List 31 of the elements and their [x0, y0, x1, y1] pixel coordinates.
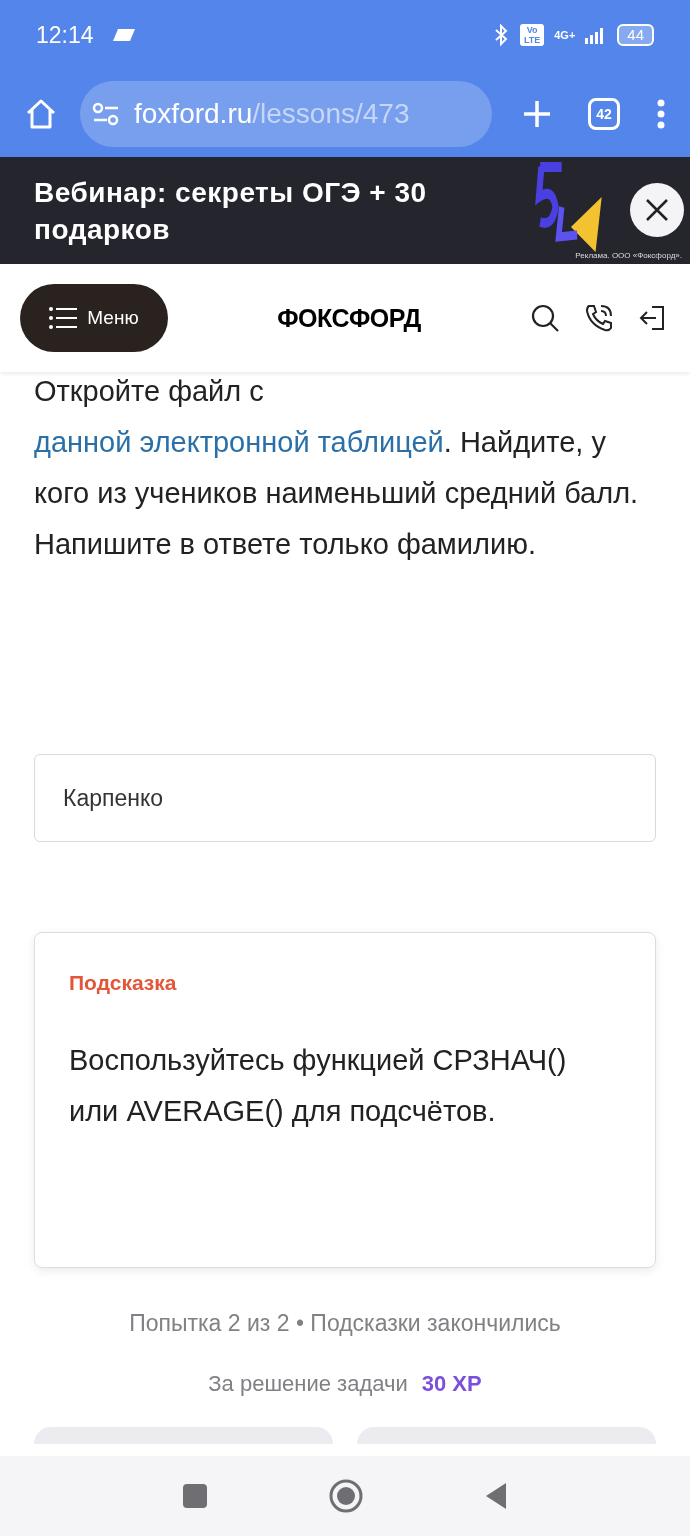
close-button[interactable] — [630, 183, 684, 237]
menu-button[interactable]: Меню — [20, 284, 168, 352]
reward-label: За решение задачи — [208, 1371, 408, 1397]
logo[interactable]: ФОКСФОРД — [168, 303, 530, 333]
network-label: 4G+ — [554, 29, 576, 41]
tab-count-button[interactable]: 42 — [588, 97, 620, 130]
recents-icon[interactable] — [182, 1483, 208, 1509]
answer-field[interactable]: Карпенко — [34, 754, 656, 842]
menu-icon — [49, 307, 78, 329]
reward-points: 30 XP — [421, 1371, 482, 1397]
ad-disclaimer: Реклама. ООО «Фоксфорд». — [575, 251, 682, 260]
search-icon[interactable] — [530, 303, 560, 333]
close-icon — [645, 198, 669, 222]
spreadsheet-link[interactable]: данной электронной таблицей — [34, 426, 444, 458]
status-time: 12:14 — [36, 21, 94, 49]
url-text: foxford.ru/lessons/473 — [134, 97, 410, 130]
attempts-text: Попытка 2 из 2 • Подсказки закончились — [128, 1310, 562, 1337]
home-button-icon[interactable] — [328, 1478, 364, 1514]
hint-text: Воспользуйтесь функцией СРЗНАЧ() или AVERAGE() для подсчётов. — [69, 1043, 568, 1129]
ad-banner[interactable]: Вебинар: секреты ОГЭ + 30 подарков Реклама. ООО «Фоксфорд». — [0, 157, 690, 264]
volte-icon: Vo LTE — [520, 24, 545, 46]
more-menu-icon[interactable] — [656, 98, 666, 129]
login-icon[interactable] — [638, 304, 666, 332]
site-settings-icon[interactable] — [92, 101, 120, 126]
task-text: Откройте файл с данной электронной таблицей. Найдите, у кого из учеников наименьший средний балл. Напишите в ответе только фамилию. — [34, 374, 640, 562]
new-tab-icon[interactable] — [522, 98, 552, 129]
back-icon[interactable] — [484, 1482, 508, 1510]
battery-indicator: 44 — [617, 24, 654, 46]
phone-icon[interactable] — [584, 303, 614, 333]
hint-title: Подсказка — [69, 971, 178, 995]
ad-title: Вебинар: секреты ОГЭ + 30 подарков — [34, 175, 428, 247]
